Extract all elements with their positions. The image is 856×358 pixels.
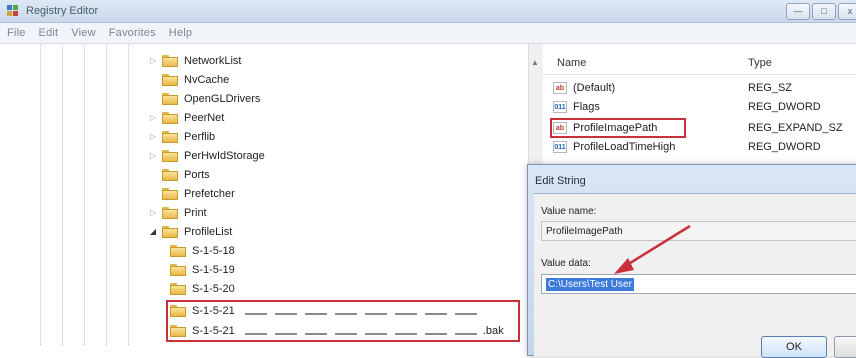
tree-item-label: NetworkList — [184, 54, 242, 67]
folder-icon — [170, 282, 186, 295]
folder-icon — [162, 73, 178, 86]
tree-item-label: S-1-5-20 — [192, 282, 235, 295]
column-headers: Name Type — [543, 52, 856, 75]
menu-view[interactable]: View — [71, 27, 95, 39]
expand-icon[interactable]: ▷ — [148, 132, 158, 141]
binary-value-icon: 011 — [553, 101, 567, 113]
registry-editor-icon — [7, 5, 18, 16]
binary-value-icon: 011 — [553, 141, 567, 153]
tree-item-label: PeerNet — [184, 111, 225, 124]
folder-icon — [162, 111, 178, 124]
value-row[interactable]: 011 ProfileLoadTimeHigh REG_DWORD — [551, 138, 856, 157]
maximize-button[interactable]: □ — [812, 3, 836, 20]
folder-icon — [162, 206, 178, 219]
highlight-box — [550, 118, 686, 138]
folder-icon — [170, 263, 186, 276]
expand-icon[interactable]: ▷ — [148, 151, 158, 160]
menu-file[interactable]: File — [7, 27, 26, 39]
tree-item[interactable]: NvCache — [148, 70, 229, 89]
tree-guide-line — [106, 44, 107, 345]
tree-guide-line — [84, 44, 85, 345]
value-name: (Default) — [573, 82, 616, 94]
tree-item[interactable]: S-1-5-18 — [170, 241, 235, 260]
value-name-label: Value name: — [541, 206, 597, 217]
tree-item-label: Prefetcher — [184, 187, 235, 200]
tree-item[interactable]: S-1-5-20 — [170, 279, 235, 298]
column-header-type[interactable]: Type — [748, 57, 772, 69]
menu-bar: File Edit View Favorites Help — [0, 23, 856, 44]
minimize-button[interactable]: — — [786, 3, 810, 20]
highlight-box — [166, 300, 520, 342]
window-title: Registry Editor — [26, 5, 99, 17]
tree-item-label: ProfileList — [184, 225, 233, 238]
key-tree[interactable]: ▷ NetworkList NvCache OpenGLDrivers ▷ Pe… — [0, 44, 528, 345]
value-name: ProfileLoadTimeHigh — [573, 141, 676, 153]
value-name: Flags — [573, 101, 600, 113]
value-type: REG_EXPAND_SZ — [748, 122, 843, 134]
value-row[interactable]: 011 Flags REG_DWORD — [551, 98, 856, 117]
tree-item[interactable]: ▷ PeerNet — [148, 108, 224, 127]
tree-item[interactable]: Ports — [148, 165, 210, 184]
tree-item[interactable]: ▷ Perflib — [148, 127, 215, 146]
folder-icon — [162, 54, 178, 67]
tree-item[interactable]: ▷ Print — [148, 203, 207, 222]
tree-item-label: PerHwIdStorage — [184, 149, 265, 162]
folder-icon — [162, 130, 178, 143]
tree-item-label: OpenGLDrivers — [184, 92, 261, 105]
ok-button[interactable]: OK — [761, 336, 827, 358]
title-bar: Registry Editor — □ x — [0, 0, 856, 23]
dialog-title: Edit String — [535, 175, 586, 187]
tree-item-label: Perflib — [184, 130, 216, 143]
column-header-name[interactable]: Name — [557, 57, 586, 69]
close-button[interactable]: x — [838, 3, 856, 20]
folder-icon — [162, 92, 178, 105]
tree-guide-line — [40, 44, 41, 345]
folder-icon — [162, 168, 178, 181]
tree-item[interactable]: ▷ NetworkList — [148, 51, 241, 70]
string-value-icon: ab — [553, 82, 567, 94]
folder-icon — [162, 149, 178, 162]
tree-item-profilelist[interactable]: ◢ ProfileList — [148, 222, 232, 241]
tree-item[interactable]: ▷ PerHwIdStorage — [148, 146, 265, 165]
tree-item[interactable]: S-1-5-19 — [170, 260, 235, 279]
tree-guide-line — [62, 44, 63, 345]
annotation-arrow-icon — [614, 224, 691, 274]
tree-item[interactable]: Prefetcher — [148, 184, 235, 203]
scroll-up-icon[interactable]: ▲ — [531, 58, 539, 67]
tree-item-label: NvCache — [184, 73, 230, 86]
collapse-icon[interactable]: ◢ — [148, 227, 158, 236]
tree-item-label: Print — [184, 206, 207, 219]
tree-item[interactable]: OpenGLDrivers — [148, 89, 260, 108]
tree-item-label: S-1-5-19 — [192, 263, 235, 276]
value-data-label: Value data: — [541, 258, 591, 269]
menu-edit[interactable]: Edit — [39, 27, 59, 39]
folder-open-icon — [162, 225, 178, 238]
expand-icon[interactable]: ▷ — [148, 113, 158, 122]
folder-icon — [170, 244, 186, 257]
value-type: REG_DWORD — [748, 141, 821, 153]
menu-favorites[interactable]: Favorites — [109, 27, 156, 39]
expand-icon[interactable]: ▷ — [148, 56, 158, 65]
menu-help[interactable]: Help — [169, 27, 192, 39]
tree-item-label: S-1-5-18 — [192, 244, 235, 257]
value-row[interactable]: ab (Default) REG_SZ — [551, 79, 856, 98]
tree-item-label: Ports — [184, 168, 210, 181]
folder-icon — [162, 187, 178, 200]
tree-guide-line — [128, 44, 129, 345]
cancel-button[interactable] — [834, 336, 856, 358]
expand-icon[interactable]: ▷ — [148, 208, 158, 217]
value-type: REG_DWORD — [748, 101, 821, 113]
value-type: REG_SZ — [748, 82, 793, 94]
